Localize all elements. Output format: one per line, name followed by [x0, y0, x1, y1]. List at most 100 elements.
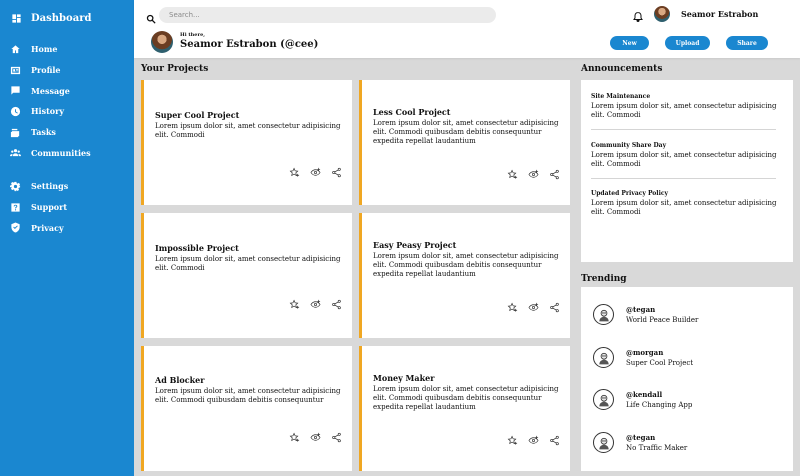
project-actions — [289, 432, 342, 443]
search-input[interactable] — [159, 7, 496, 23]
sidebar-item-profile[interactable]: Profile — [0, 60, 134, 81]
view-add-icon[interactable] — [528, 302, 539, 313]
project-card[interactable]: Easy Peasy Project Lorem ipsum dolor sit… — [359, 213, 570, 338]
sidebar-item-label: History — [31, 106, 64, 117]
sidebar-item-label: Settings — [31, 181, 69, 192]
project-title: Ad Blocker — [155, 375, 205, 385]
trending-project: No Traffic Maker — [626, 444, 688, 452]
new-button[interactable]: New — [610, 36, 649, 50]
view-add-icon[interactable] — [528, 169, 539, 180]
trending-handle: @morgan — [626, 348, 664, 357]
trending-project: Life Changing App — [626, 401, 693, 409]
sidebar-item-history[interactable]: History — [0, 101, 134, 122]
project-title: Impossible Project — [155, 243, 239, 253]
user-avatar-icon — [593, 304, 614, 325]
brand-label: Dashboard — [31, 12, 92, 24]
divider — [591, 178, 776, 179]
star-add-icon[interactable] — [289, 432, 300, 443]
project-title: Easy Peasy Project — [373, 240, 457, 250]
profile-card-icon — [10, 65, 21, 76]
sidebar-item-settings[interactable]: Settings — [0, 176, 134, 197]
avatar[interactable] — [654, 6, 670, 22]
star-add-icon[interactable] — [507, 435, 518, 446]
project-card[interactable]: Money Maker Lorem ipsum dolor sit, amet … — [359, 346, 570, 471]
announcement-title: Community Share Day — [591, 142, 667, 149]
sidebar-item-label: Profile — [31, 65, 61, 76]
trending-project: Super Cool Project — [626, 359, 694, 367]
sidebar-item-label: Message — [31, 85, 70, 96]
message-icon — [10, 85, 21, 96]
clock-icon — [10, 106, 21, 117]
trending-text: @tegan World Peace Builder — [626, 305, 698, 324]
divider — [591, 129, 776, 130]
trending-text: @tegan No Traffic Maker — [626, 433, 687, 452]
project-title: Super Cool Project — [155, 110, 240, 120]
sidebar-item-support[interactable]: Support — [0, 197, 134, 218]
sidebar-item-message[interactable]: Message — [0, 80, 134, 101]
sidebar-item-label: Home — [31, 44, 58, 55]
project-card[interactable]: Impossible Project Lorem ipsum dolor sit… — [141, 213, 352, 338]
star-add-icon[interactable] — [507, 169, 518, 180]
profile-full-name: Seamor Estrabon (@cee) — [180, 39, 319, 50]
projects-title: Your Projects — [141, 64, 209, 74]
view-add-icon[interactable] — [310, 432, 321, 443]
project-description: Lorem ipsum dolor sit, amet consectetur … — [155, 387, 341, 404]
sidebar-item-label: Communities — [31, 147, 91, 158]
sidebar-item-label: Privacy — [31, 222, 64, 233]
upload-button[interactable]: Upload — [665, 36, 710, 50]
trending-item[interactable]: @kendall Life Changing App — [593, 389, 692, 410]
share-icon[interactable] — [549, 169, 560, 180]
sidebar-item-home[interactable]: Home — [0, 39, 134, 60]
home-icon — [10, 44, 21, 55]
view-add-icon[interactable] — [310, 167, 321, 178]
project-description: Lorem ipsum dolor sit, amet consectetur … — [155, 122, 341, 139]
view-add-icon[interactable] — [528, 435, 539, 446]
trending-handle: @tegan — [626, 433, 656, 442]
header: Seamor Estrabon Hi there, Seamor Estrabo… — [134, 0, 800, 58]
announcements-title: Announcements — [581, 64, 663, 74]
project-card[interactable]: Super Cool Project Lorem ipsum dolor sit… — [141, 80, 352, 205]
star-add-icon[interactable] — [289, 167, 300, 178]
sidebar: Dashboard Home Profile Message History T… — [0, 0, 134, 476]
brand[interactable]: Dashboard — [0, 0, 134, 36]
project-actions — [289, 299, 342, 310]
sidebar-item-privacy[interactable]: Privacy — [0, 218, 134, 239]
announcement-item[interactable]: Site Maintenance Lorem ipsum dolor sit, … — [591, 93, 781, 120]
announcement-title: Updated Privacy Policy — [591, 190, 668, 197]
announcement-item[interactable]: Updated Privacy Policy Lorem ipsum dolor… — [591, 190, 781, 217]
trending-text: @kendall Life Changing App — [626, 390, 692, 409]
sidebar-item-communities[interactable]: Communities — [0, 142, 134, 163]
sidebar-item-tasks[interactable]: Tasks — [0, 122, 134, 143]
announcement-item[interactable]: Community Share Day Lorem ipsum dolor si… — [591, 142, 781, 169]
tasks-icon — [10, 127, 21, 138]
project-description: Lorem ipsum dolor sit, amet consectetur … — [155, 255, 341, 272]
project-card[interactable]: Less Cool Project Lorem ipsum dolor sit,… — [359, 80, 570, 205]
trending-item[interactable]: @tegan World Peace Builder — [593, 304, 698, 325]
share-icon[interactable] — [549, 302, 560, 313]
announcement-title: Site Maintenance — [591, 93, 651, 100]
trending-item[interactable]: @tegan No Traffic Maker — [593, 432, 687, 453]
announcements-panel: Site Maintenance Lorem ipsum dolor sit, … — [581, 80, 793, 262]
view-add-icon[interactable] — [310, 299, 321, 310]
share-button[interactable]: Share — [726, 36, 768, 50]
shield-icon — [10, 222, 21, 233]
project-card[interactable]: Ad Blocker Lorem ipsum dolor sit, amet c… — [141, 346, 352, 471]
search-icon — [146, 9, 156, 24]
bell-icon[interactable] — [632, 8, 644, 22]
project-actions — [507, 302, 560, 313]
announcement-body: Lorem ipsum dolor sit, amet consectetur … — [591, 102, 777, 119]
star-add-icon[interactable] — [507, 302, 518, 313]
share-icon[interactable] — [331, 432, 342, 443]
sidebar-item-label: Tasks — [31, 127, 56, 138]
profile-avatar — [151, 31, 173, 53]
star-add-icon[interactable] — [289, 299, 300, 310]
share-icon[interactable] — [331, 299, 342, 310]
share-icon[interactable] — [549, 435, 560, 446]
trending-title: Trending — [581, 274, 627, 284]
trending-item[interactable]: @morgan Super Cool Project — [593, 347, 693, 368]
share-icon[interactable] — [331, 167, 342, 178]
trending-handle: @kendall — [626, 390, 663, 399]
primary-nav: Home Profile Message History Tasks Commu… — [0, 39, 134, 163]
user-avatar-icon — [593, 347, 614, 368]
